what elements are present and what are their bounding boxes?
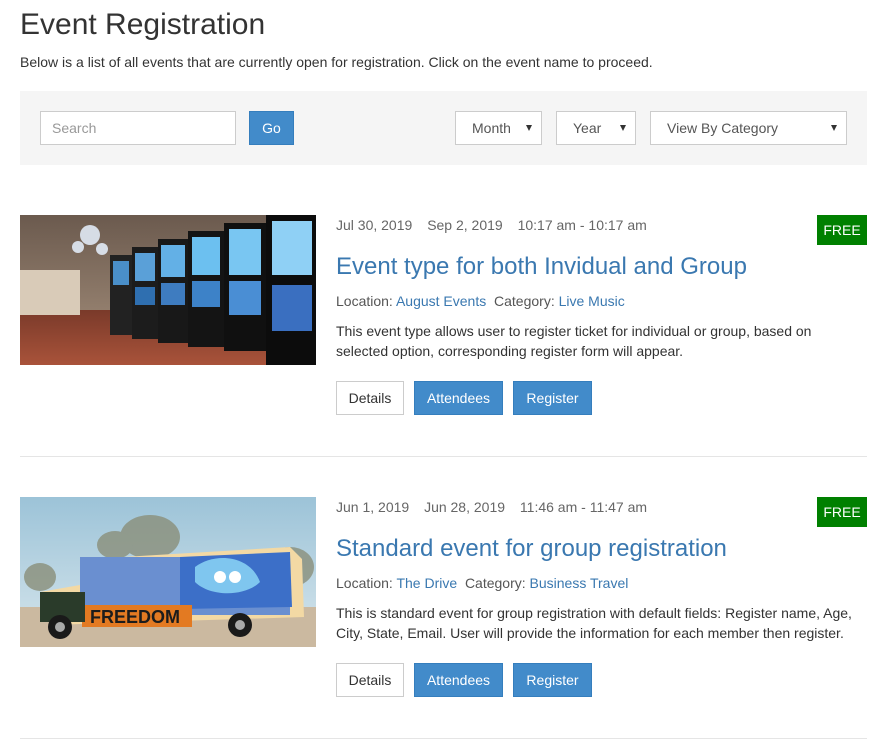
details-button[interactable]: Details xyxy=(336,663,404,697)
event-meta: Jul 30, 2019 Sep 2, 2019 10:17 am - 10:1… xyxy=(336,217,658,233)
category-link[interactable]: Business Travel xyxy=(530,575,629,591)
event-start-date: Jul 30, 2019 xyxy=(336,217,413,233)
register-button[interactable]: Register xyxy=(513,381,592,415)
category-label: Category: xyxy=(464,575,526,591)
event-end-date: Jun 28, 2019 xyxy=(424,499,506,515)
category-label: Category: xyxy=(494,293,555,309)
svg-text:FREEDOM: FREEDOM xyxy=(90,607,180,627)
attendees-button[interactable]: Attendees xyxy=(414,663,503,697)
event-card: FREEDOM Jun 1, 2019 Jun 28, 2019 11:46 a… xyxy=(20,497,867,697)
page-title: Event Registration xyxy=(20,8,266,41)
free-badge: FREE xyxy=(817,497,867,527)
event-time: 11:46 am - 11:47 am xyxy=(519,499,648,515)
search-input[interactable] xyxy=(40,111,236,145)
year-select[interactable]: Year xyxy=(556,111,636,145)
event-image-painted-bus[interactable]: FREEDOM xyxy=(20,497,316,647)
filter-bar: Go Month Year View By Category xyxy=(20,91,867,165)
divider xyxy=(20,738,867,739)
event-description: This is standard event for group registr… xyxy=(336,605,852,641)
location-label: Location: xyxy=(336,575,393,591)
chevron-down-icon xyxy=(831,125,837,131)
month-select[interactable]: Month xyxy=(455,111,542,145)
event-description: This event type allows user to register … xyxy=(336,323,812,359)
event-title-link[interactable]: Standard event for group registration xyxy=(336,535,727,563)
category-select-label: View By Category xyxy=(667,120,779,136)
category-select[interactable]: View By Category xyxy=(650,111,847,145)
event-start-date: Jun 1, 2019 xyxy=(336,499,410,515)
divider xyxy=(20,456,867,457)
location-link[interactable]: August Events xyxy=(396,293,486,309)
location-link[interactable]: The Drive xyxy=(396,575,457,591)
event-end-date: Sep 2, 2019 xyxy=(427,217,503,233)
year-select-label: Year xyxy=(573,120,602,136)
chevron-down-icon xyxy=(620,125,626,131)
category-link[interactable]: Live Music xyxy=(559,293,625,309)
event-title-link[interactable]: Event type for both Invidual and Group xyxy=(336,253,747,281)
go-button[interactable]: Go xyxy=(249,111,294,145)
event-location-line: Location: The Drive Category: Business T… xyxy=(336,575,628,591)
free-badge: FREE xyxy=(817,215,867,245)
register-button[interactable]: Register xyxy=(513,663,592,697)
event-location-line: Location: August Events Category: Live M… xyxy=(336,293,625,309)
page-intro: Below is a list of all events that are c… xyxy=(20,54,653,70)
details-button[interactable]: Details xyxy=(336,381,404,415)
attendees-button[interactable]: Attendees xyxy=(414,381,503,415)
event-card: Jul 30, 2019 Sep 2, 2019 10:17 am - 10:1… xyxy=(20,215,867,415)
chevron-down-icon xyxy=(526,125,532,131)
event-time: 10:17 am - 10:17 am xyxy=(517,217,647,233)
event-meta: Jun 1, 2019 Jun 28, 2019 11:46 am - 11:4… xyxy=(336,499,658,515)
location-label: Location: xyxy=(336,293,393,309)
month-select-label: Month xyxy=(472,120,511,136)
event-image-slot-machines[interactable] xyxy=(20,215,316,365)
